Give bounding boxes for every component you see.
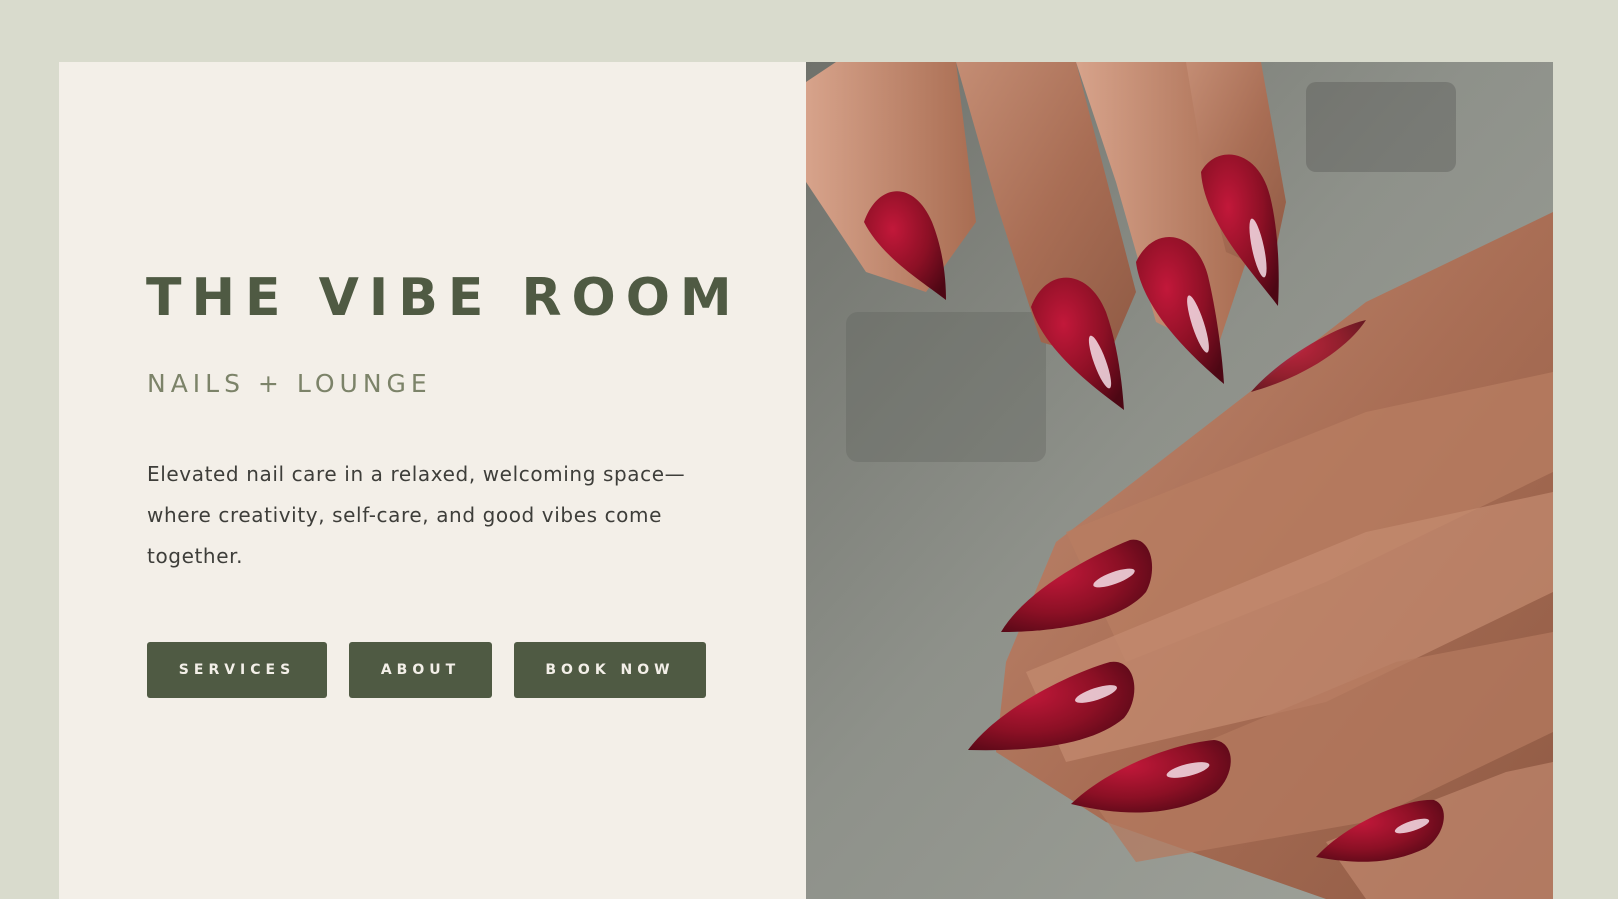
brand-title: THE VIBE ROOM (146, 268, 742, 328)
manicure-photo (806, 62, 1553, 899)
cta-button-group: SERVICES ABOUT BOOK NOW (147, 642, 706, 698)
hero-image-panel (806, 62, 1553, 899)
hero-section: THE VIBE ROOM NAILS + LOUNGE Elevated na… (59, 62, 1553, 899)
about-button[interactable]: ABOUT (349, 642, 492, 698)
brand-subtitle: NAILS + LOUNGE (147, 369, 432, 398)
services-button[interactable]: SERVICES (147, 642, 327, 698)
hero-text-panel: THE VIBE ROOM NAILS + LOUNGE Elevated na… (59, 62, 806, 899)
intro-description: Elevated nail care in a relaxed, welcomi… (147, 462, 686, 568)
book-now-button[interactable]: BOOK NOW (514, 642, 706, 698)
